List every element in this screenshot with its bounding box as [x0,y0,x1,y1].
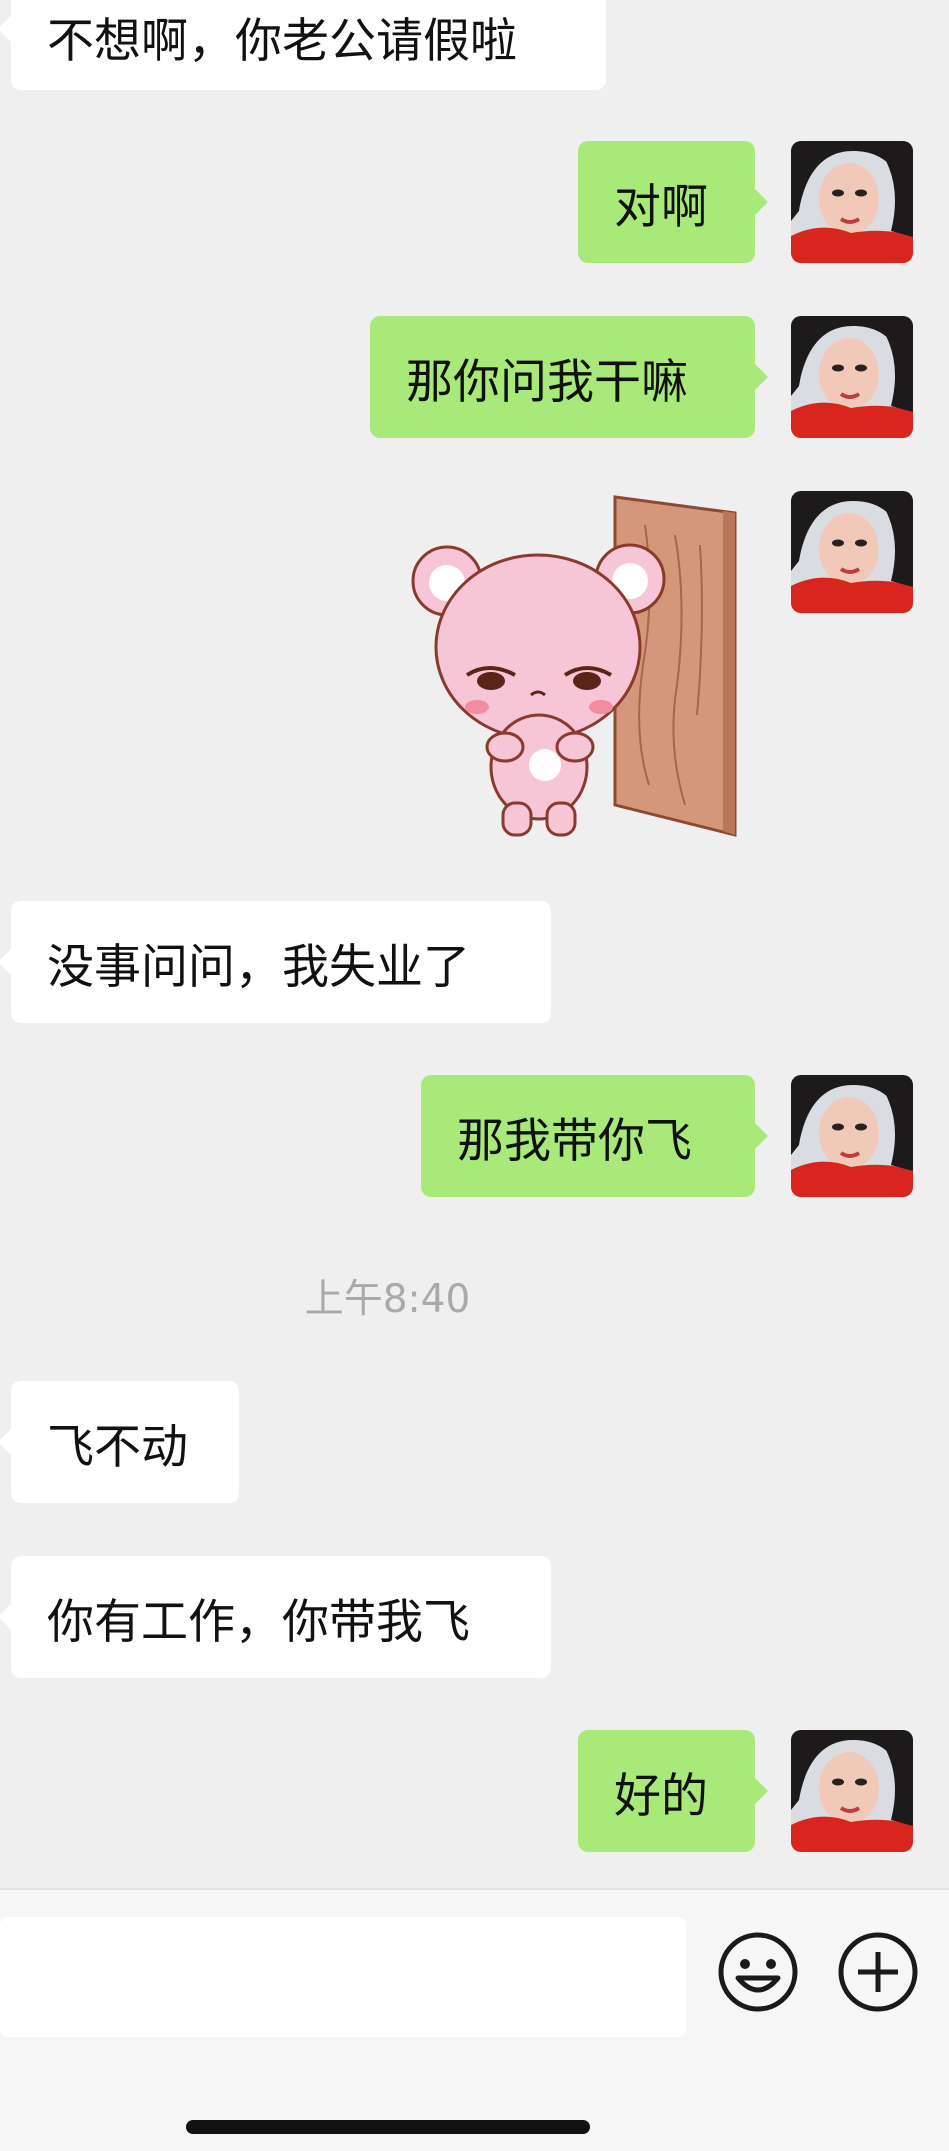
avatar[interactable] [791,141,913,263]
avatar[interactable] [791,491,913,613]
home-indicator[interactable] [186,2120,590,2134]
message-composer [0,1888,949,2151]
message-text: 飞不动 [47,1419,188,1475]
message-text: 那我带你飞 [457,1113,692,1169]
avatar[interactable] [791,1730,913,1852]
message-input[interactable] [0,1917,686,2037]
message-text: 不想啊，你老公请假啦 [47,13,517,69]
timestamp: 上午8:40 [304,1277,471,1322]
message-text: 对啊 [614,179,708,235]
smiley-face-icon[interactable] [716,1930,800,2014]
message-bubble-incoming[interactable]: 没事问问，我失业了 [0,901,551,1023]
avatar[interactable] [791,316,913,438]
message-bubble-outgoing[interactable]: 那我带你飞 [421,1075,768,1197]
message-text: 好的 [614,1768,708,1824]
plus-circle-icon[interactable] [836,1930,920,2014]
message-bubble-incoming[interactable]: 不想啊，你老公请假啦 [0,0,606,90]
avatar[interactable] [791,1075,913,1197]
message-bubble-incoming[interactable]: 飞不动 [0,1381,239,1503]
message-bubble-incoming[interactable]: 你有工作，你带我飞 [0,1556,551,1678]
message-bubble-outgoing[interactable]: 那你问我干嘛 [370,316,768,438]
message-bubble-outgoing[interactable]: 对啊 [578,141,768,263]
bear-sticker[interactable] [405,485,750,840]
message-bubble-outgoing[interactable]: 好的 [578,1730,768,1852]
message-text: 那你问我干嘛 [406,354,688,410]
message-text: 你有工作，你带我飞 [47,1594,470,1650]
message-text: 没事问问，我失业了 [47,939,470,995]
